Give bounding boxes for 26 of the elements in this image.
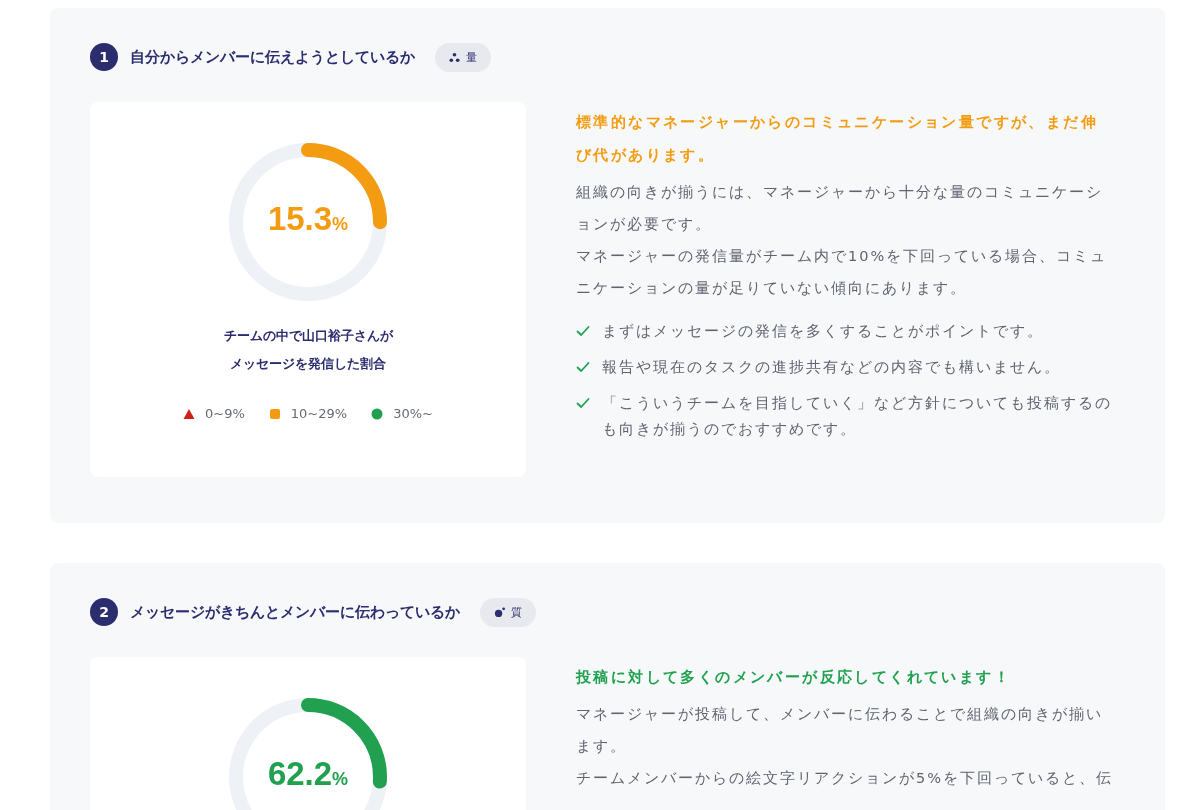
check-icon	[576, 360, 590, 374]
explanation-text: 組織の向きが揃うには、マネージャーから十分な量のコミュニケーションが必要です。	[576, 183, 1104, 234]
explanation-text: チームメンバーからの絵文字リアクションが5%を下回っていると、伝	[576, 769, 1114, 788]
check-icon	[576, 396, 590, 410]
check-icon	[576, 324, 590, 338]
legend-label: 30%~	[393, 406, 433, 421]
result-headline: 投稿に対して多くのメンバーが反応してくれています！	[576, 667, 1012, 688]
dots-icon	[449, 51, 460, 63]
result-headline: 標準的なマネージャーからのコミュニケーション量ですが、まだ伸び代があります。	[576, 112, 1099, 166]
category-badge: 量	[435, 42, 491, 72]
percentage-value: 62.2%	[266, 755, 350, 793]
tip-text: まずはメッセージの発信を多くすることがポイントです。	[602, 322, 1044, 341]
section-title: メッセージがきちんとメンバーに伝わっているか	[130, 602, 460, 622]
category-badge: 質	[480, 597, 536, 627]
section-number: 2	[90, 598, 118, 626]
sparkle-dot-icon	[494, 606, 505, 618]
legend-label: 10~29%	[290, 406, 348, 421]
percentage-value: 15.3%	[266, 200, 350, 238]
gauge-caption: チームの中で山口裕子さんがメッセージを発信した割合	[223, 327, 393, 373]
explanation-text: マネージャーの発信量がチーム内で10%を下回っている場合、コミュニケーションの量が足りていない傾向にあります。	[576, 247, 1109, 298]
explanation-text: マネージャーが投稿して、メンバーに伝わることで組織の向きが揃います。	[576, 705, 1104, 756]
section-number: 1	[90, 43, 118, 71]
section-title: 自分からメンバーに伝えようとしているか	[130, 47, 415, 67]
legend-label: 0~9%	[205, 406, 245, 421]
tip-text: 「こういうチームを目指していく」など方針についても投稿するのも向きが揃うのでおすすめです。	[602, 394, 1113, 439]
tip-text: 報告や現在のタスクの進捗共有などの内容でも構いません。	[602, 358, 1061, 377]
